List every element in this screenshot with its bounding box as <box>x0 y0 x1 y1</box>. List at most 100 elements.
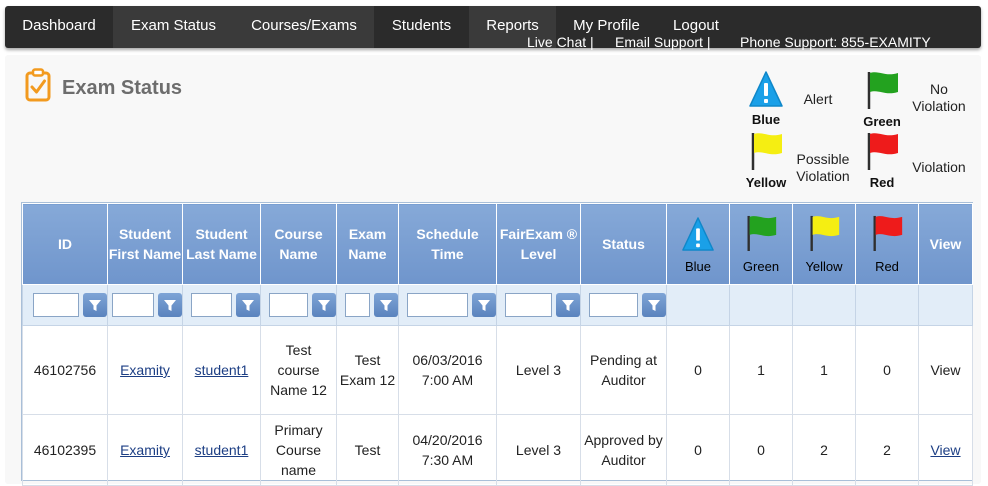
filter-cell-first-name <box>107 284 183 326</box>
col-header-yellow[interactable]: Yellow <box>792 203 856 285</box>
legend-yellow-desc: Possible Violation <box>796 151 850 184</box>
filter-icon[interactable] <box>374 293 398 317</box>
exam-status-grid: ID Student First Name Student Last Name … <box>21 202 973 486</box>
col-header-blue-label: Blue <box>684 259 712 274</box>
legend-blue: Blue <box>745 70 787 127</box>
cell-view: View <box>918 325 973 415</box>
col-header-exam[interactable]: Exam Name <box>336 203 399 285</box>
filter-cell-view <box>918 284 973 326</box>
cell-status: Approved by Auditor <box>580 414 667 486</box>
alert-triangle-icon <box>682 217 714 251</box>
legend-yellow: Yellow <box>743 131 789 190</box>
col-header-red[interactable]: Red <box>855 203 919 285</box>
col-header-view: View <box>918 203 973 285</box>
filter-icon[interactable] <box>472 293 496 317</box>
cell-last-name-link[interactable]: student1 <box>182 414 261 486</box>
col-header-yellow-label: Yellow <box>805 259 843 274</box>
red-flag-icon <box>867 133 898 170</box>
cell-schedule: 06/03/2016 7:00 AM <box>398 325 497 415</box>
filter-cell-last-name <box>182 284 261 326</box>
col-header-last-name[interactable]: Student Last Name <box>182 203 261 285</box>
cell-fairexam: Level 3 <box>496 414 581 486</box>
cell-fairexam: Level 3 <box>496 325 581 415</box>
first-name-link[interactable]: Examity <box>120 362 170 378</box>
exam-status-table: ID Student First Name Student Last Name … <box>22 203 973 486</box>
col-header-id[interactable]: ID <box>22 203 108 285</box>
cell-yellow-count: 1 <box>792 325 856 415</box>
cell-exam: Test <box>336 414 399 486</box>
nav-students[interactable]: Students <box>374 6 469 48</box>
yellow-flag-icon <box>810 215 840 251</box>
nav-exam-status[interactable]: Exam Status <box>113 6 234 48</box>
filter-icon[interactable] <box>236 293 260 317</box>
nav-courses-exams[interactable]: Courses/Exams <box>234 6 374 48</box>
cell-schedule: 04/20/2016 7:30 AM <box>398 414 497 486</box>
cell-last-name-link[interactable]: student1 <box>182 325 261 415</box>
table-row: 46102395 Examity student1 Primary Course… <box>22 414 973 486</box>
filter-cell-red <box>855 284 919 326</box>
filter-row <box>22 284 973 326</box>
email-support-link[interactable]: Email Support | <box>615 35 710 49</box>
filter-cell-schedule <box>398 284 497 326</box>
last-name-link[interactable]: student1 <box>195 442 249 458</box>
view-link[interactable]: View <box>930 442 960 458</box>
cell-red-count: 0 <box>855 325 919 415</box>
last-name-link[interactable]: student1 <box>195 362 249 378</box>
col-header-status[interactable]: Status <box>580 203 667 285</box>
clipboard-check-icon <box>25 68 51 102</box>
legend-red-desc: Violation <box>912 159 966 175</box>
cell-first-name-link[interactable]: Examity <box>107 325 183 415</box>
filter-status-input[interactable] <box>589 293 638 317</box>
col-header-schedule[interactable]: Schedule Time <box>398 203 497 285</box>
filter-fairexam-input[interactable] <box>505 293 552 317</box>
filter-cell-course <box>260 284 337 326</box>
col-header-red-label: Red <box>875 259 899 274</box>
legend-blue-desc: Alert <box>803 91 833 107</box>
alert-triangle-icon <box>749 71 783 107</box>
col-header-green-label: Green <box>742 259 780 274</box>
filter-last-name-input[interactable] <box>191 293 232 317</box>
filter-icon[interactable] <box>312 293 336 317</box>
top-navigation-bar: Dashboard Exam Status Courses/Exams Stud… <box>5 6 981 49</box>
filter-schedule-input[interactable] <box>407 293 468 317</box>
green-flag-icon <box>747 215 777 251</box>
filter-first-name-input[interactable] <box>112 293 154 317</box>
filter-cell-blue <box>666 284 730 326</box>
col-header-fairexam[interactable]: FairExam ® Level <box>496 203 581 285</box>
filter-icon[interactable] <box>158 293 182 317</box>
cell-status: Pending at Auditor <box>580 325 667 415</box>
first-name-link[interactable]: Examity <box>120 442 170 458</box>
cell-course: Primary Course name <box>260 414 337 486</box>
cell-yellow-count: 2 <box>792 414 856 486</box>
cell-view-link[interactable]: View <box>918 414 973 486</box>
cell-blue-count: 0 <box>666 325 730 415</box>
filter-icon[interactable] <box>556 293 580 317</box>
cell-first-name-link[interactable]: Examity <box>107 414 183 486</box>
cell-green-count: 1 <box>729 325 793 415</box>
col-header-green[interactable]: Green <box>729 203 793 285</box>
legend-green-desc: No Violation <box>912 81 966 114</box>
filter-id-input[interactable] <box>33 293 79 317</box>
cell-exam: Test Exam 12 <box>336 325 399 415</box>
filter-icon[interactable] <box>642 293 666 317</box>
filter-icon[interactable] <box>83 293 107 317</box>
filter-cell-exam <box>336 284 399 326</box>
filter-cell-green <box>729 284 793 326</box>
cell-blue-count: 0 <box>666 414 730 486</box>
filter-exam-input[interactable] <box>345 293 370 317</box>
yellow-flag-icon <box>751 133 782 170</box>
legend-blue-label: Blue <box>751 112 781 127</box>
cell-id: 46102395 <box>22 414 108 486</box>
col-header-course[interactable]: Course Name <box>260 203 337 285</box>
table-row: 46102756 Examity student1 Test course Na… <box>22 325 973 415</box>
col-header-first-name[interactable]: Student First Name <box>107 203 183 285</box>
filter-course-input[interactable] <box>269 293 308 317</box>
green-flag-icon <box>867 72 898 109</box>
nav-dashboard[interactable]: Dashboard <box>5 6 113 48</box>
cell-red-count: 2 <box>855 414 919 486</box>
live-chat-link[interactable]: Live Chat | <box>527 35 594 49</box>
col-header-blue[interactable]: Blue <box>666 203 730 285</box>
cell-id: 46102756 <box>22 325 108 415</box>
filter-cell-status <box>580 284 667 326</box>
filter-cell-id <box>22 284 108 326</box>
